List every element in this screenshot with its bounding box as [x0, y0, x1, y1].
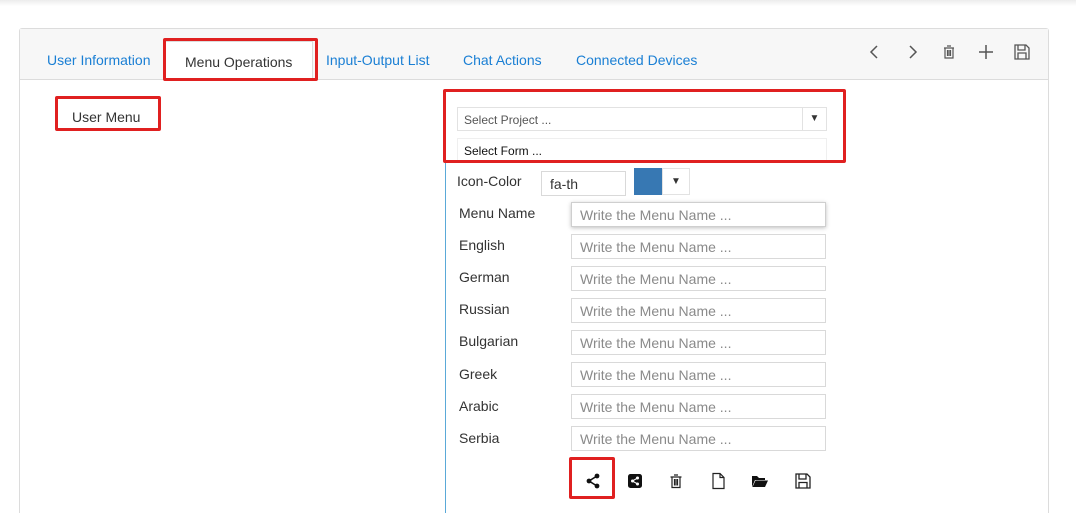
- tab-input-output-list[interactable]: Input-Output List: [326, 52, 430, 68]
- share-square-icon[interactable]: [626, 472, 644, 490]
- project-select-value: Select Project ...: [464, 113, 552, 127]
- share-icon[interactable]: [584, 472, 602, 490]
- folder-open-icon[interactable]: [751, 472, 769, 490]
- panel-divider: [445, 90, 446, 513]
- german-label: German: [459, 269, 510, 285]
- tab-menu-operations[interactable]: Menu Operations: [164, 41, 314, 81]
- bulgarian-label: Bulgarian: [459, 333, 519, 349]
- save-icon[interactable]: [794, 472, 812, 490]
- save-icon[interactable]: [1012, 43, 1032, 63]
- greek-name-input[interactable]: [571, 362, 826, 387]
- chevron-right-icon[interactable]: [902, 43, 922, 63]
- main-panel: User Information Menu Operations Input-O…: [19, 28, 1049, 513]
- russian-label: Russian: [459, 301, 510, 317]
- top-shadow: [0, 0, 1076, 6]
- new-file-icon[interactable]: [709, 472, 727, 490]
- form-select[interactable]: Select Form ...: [457, 138, 827, 162]
- trash-icon[interactable]: [939, 43, 959, 63]
- tab-connected-devices[interactable]: Connected Devices: [576, 52, 697, 68]
- arabic-label: Arabic: [459, 398, 499, 414]
- greek-label: Greek: [459, 366, 498, 382]
- russian-name-input[interactable]: [571, 298, 826, 323]
- icon-color-label: Icon-Color: [457, 173, 522, 189]
- icon-class-input[interactable]: [541, 171, 626, 196]
- project-select[interactable]: Select Project ... ▼: [457, 107, 827, 131]
- menu-name-input[interactable]: [571, 202, 826, 227]
- chevron-left-icon[interactable]: [865, 43, 885, 63]
- bulgarian-name-input[interactable]: [571, 330, 826, 355]
- plus-icon[interactable]: [976, 43, 996, 63]
- tab-bar: User Information Menu Operations Input-O…: [20, 29, 1048, 81]
- english-name-input[interactable]: [571, 234, 826, 259]
- german-name-input[interactable]: [571, 266, 826, 291]
- form-select-value: Select Form ...: [464, 144, 543, 158]
- english-label: English: [459, 237, 505, 253]
- color-swatch[interactable]: [634, 168, 662, 195]
- caret-down-icon[interactable]: ▼: [662, 168, 690, 195]
- arabic-name-input[interactable]: [571, 394, 826, 419]
- tree-item-user-menu[interactable]: User Menu: [72, 109, 140, 125]
- serbia-name-input[interactable]: [571, 426, 826, 451]
- trash-icon[interactable]: [667, 472, 685, 490]
- serbia-label: Serbia: [459, 430, 500, 446]
- tab-user-information[interactable]: User Information: [47, 52, 150, 68]
- menu-name-label: Menu Name: [459, 205, 536, 221]
- caret-down-icon: ▼: [802, 108, 826, 130]
- tab-chat-actions[interactable]: Chat Actions: [463, 52, 542, 68]
